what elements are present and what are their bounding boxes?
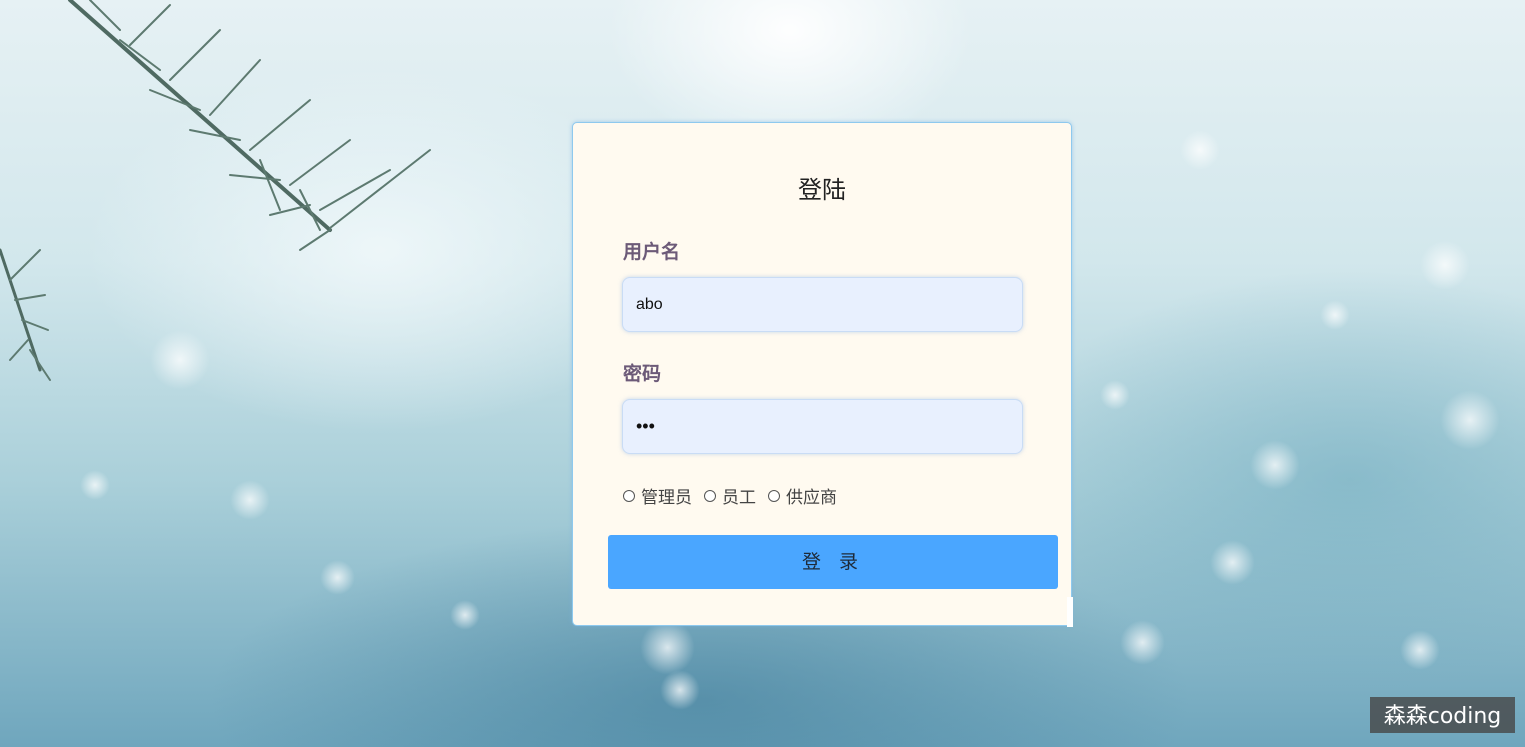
role-option-label: 管理员	[641, 488, 692, 508]
password-input[interactable]: •••	[622, 399, 1023, 454]
role-option-label: 供应商	[786, 488, 837, 508]
role-option-admin[interactable]: 管理员	[623, 483, 692, 508]
radio-button-icon[interactable]	[704, 489, 716, 502]
password-label: 密码	[623, 363, 662, 385]
role-option-employee[interactable]: 员工	[704, 483, 756, 508]
watermark: 森森coding	[1370, 697, 1515, 733]
role-option-supplier[interactable]: 供应商	[768, 483, 837, 508]
role-option-label: 员工	[722, 488, 756, 508]
role-radio-group: 管理员 员工 供应商	[623, 483, 849, 508]
username-input[interactable]: abo	[622, 277, 1023, 332]
login-card: 登陆 用户名 abo 密码 ••• 管理员 员工 供应商 登 录	[572, 122, 1072, 626]
white-patch	[1067, 597, 1073, 627]
username-label: 用户名	[623, 241, 681, 263]
radio-button-icon[interactable]	[768, 489, 780, 502]
login-button[interactable]: 登 录	[608, 535, 1058, 589]
login-title: 登陆	[798, 176, 846, 204]
pine-branch-decoration	[0, 0, 431, 381]
radio-button-icon[interactable]	[623, 489, 635, 502]
